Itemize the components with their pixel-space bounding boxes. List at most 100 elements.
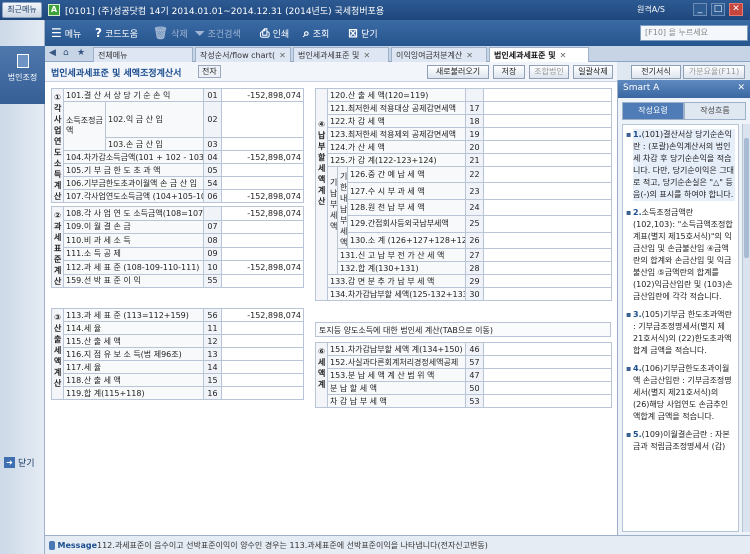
minimize-button[interactable]: _ <box>693 3 707 16</box>
scroll-thumb[interactable] <box>744 138 749 258</box>
rail-close-button[interactable]: ➜ 닫기 <box>4 456 35 469</box>
row-value[interactable] <box>221 373 304 387</box>
row-label: 120.산 출 세 액(120=119) <box>326 88 467 102</box>
row-code: 22 <box>465 165 485 184</box>
row-value[interactable] <box>221 347 304 361</box>
row-value[interactable] <box>483 140 613 154</box>
tab-all-menu[interactable]: 전체메뉴 <box>93 47 193 62</box>
home-icon[interactable]: ⌂ <box>63 48 69 58</box>
row-label: 112.과 세 표 준 (108-109-110-111) <box>63 260 204 275</box>
row-code: 23 <box>465 182 485 200</box>
row-value[interactable] <box>483 114 613 128</box>
tab-flowchart[interactable]: 작성순서/flow chart(✕ <box>195 47 291 62</box>
row-code <box>203 206 222 221</box>
guide-scrollbar[interactable] <box>742 124 750 532</box>
row-value[interactable] <box>483 101 613 115</box>
row-value[interactable] <box>221 273 304 288</box>
row-code: 08 <box>203 233 222 248</box>
tab-writing-guide[interactable]: 작성요령 <box>622 102 684 120</box>
smart-a-close-icon[interactable]: ✕ <box>737 83 745 93</box>
maximize-button[interactable]: □ <box>711 3 725 16</box>
land-transfer-link[interactable]: 토지등 양도소득에 대한 법인세 계산(TAB으로 이동) <box>315 322 611 337</box>
tab-writing-flow[interactable]: 작성흐름 <box>684 102 746 120</box>
row-value[interactable] <box>483 368 612 382</box>
row-value[interactable] <box>221 137 304 151</box>
close-window-button[interactable]: ✕ <box>729 3 743 16</box>
row-value[interactable] <box>483 261 613 275</box>
back-icon[interactable]: ◀ <box>49 48 56 58</box>
row-value[interactable] <box>221 334 304 348</box>
row-value[interactable] <box>483 182 613 200</box>
row-value[interactable] <box>483 231 613 250</box>
tab-label: 법인세과세표준 및 <box>494 51 556 60</box>
row-value[interactable] <box>483 215 613 233</box>
row-value[interactable] <box>483 342 612 356</box>
delete-button[interactable]: 🗑 삭제 <box>153 25 188 41</box>
row-value[interactable]: -152,898,074 <box>221 206 304 221</box>
menu-search-input[interactable]: [F10] 을 누르세요 <box>640 25 748 41</box>
reload-button[interactable]: 새로불러오기 <box>427 65 489 79</box>
row-value[interactable] <box>221 360 304 374</box>
row-value[interactable] <box>483 355 612 369</box>
row-code: 19 <box>465 127 485 141</box>
row-value[interactable] <box>221 101 304 138</box>
row-value[interactable] <box>221 219 304 234</box>
row-value[interactable]: -152,898,074 <box>221 150 304 164</box>
row-label: 차 감 납 부 세 액 <box>327 394 466 408</box>
row-value[interactable] <box>483 274 613 288</box>
row-code: 07 <box>203 219 222 234</box>
row-value[interactable]: -152,898,074 <box>221 88 304 102</box>
query-button[interactable]: ⌕ 조회 <box>303 25 329 41</box>
row-value[interactable] <box>221 176 304 190</box>
row-value[interactable] <box>483 88 613 102</box>
condition-search-button[interactable]: ⏷ 조건검색 <box>195 25 241 41</box>
tab-retained-earnings[interactable]: 이익잉여금처분계산 ✕ <box>391 47 487 62</box>
message-tag: Message <box>45 540 97 550</box>
row-value[interactable] <box>221 321 304 335</box>
tab-close-icon[interactable]: ✕ <box>560 51 567 60</box>
row-value[interactable] <box>221 246 304 261</box>
row-value[interactable] <box>483 198 613 217</box>
row-label: 105.기 부 금 한 도 초 과 액 <box>63 163 204 177</box>
row-value[interactable] <box>221 233 304 248</box>
print-button[interactable]: ⎙ 인쇄 <box>260 25 289 41</box>
row-value[interactable] <box>483 381 612 395</box>
row-label: 151.차가감납부할 세액 계(134+150) <box>327 342 466 356</box>
row-value[interactable] <box>483 165 613 184</box>
row-code: 30 <box>465 287 485 301</box>
tab-tax-base-active[interactable]: 법인세과세표준 및 ✕ <box>489 47 589 62</box>
tab-close-icon[interactable]: ✕ <box>466 51 473 60</box>
row-value[interactable] <box>483 248 613 262</box>
row-value[interactable] <box>221 163 304 177</box>
recent-menu-button[interactable]: 최근메뉴 <box>2 2 42 18</box>
prior-format-button[interactable]: 전기서식 <box>631 65 681 79</box>
row-value[interactable]: -152,898,074 <box>221 308 304 322</box>
row-value[interactable] <box>483 153 613 167</box>
menu-button[interactable]: ☰ 메뉴 <box>51 25 81 41</box>
remote-support-link[interactable]: 원격A/S <box>637 4 665 15</box>
tab-tax-base-1[interactable]: 법인세과세표준 및 ✕ <box>293 47 389 62</box>
guide-text: (109)이월결손금란 : 자본금과 적립금조정명세서 (갑) <box>633 430 730 451</box>
corp-adjust-menu[interactable]: 법인조정 <box>0 46 45 104</box>
row-value[interactable] <box>483 127 613 141</box>
favorite-icon[interactable]: ★ <box>77 48 85 58</box>
tab-close-icon[interactable]: ✕ <box>279 51 286 60</box>
surcharge-rate-button[interactable]: 가분요율(F11) <box>683 65 745 79</box>
tab-close-icon[interactable]: ✕ <box>363 51 370 60</box>
filter-icon: ⏷ <box>195 25 205 40</box>
close-button[interactable]: ⊠ 닫기 <box>348 25 378 41</box>
row-code: 04 <box>203 150 222 164</box>
row-label: 110.비 과 세 소 득 <box>63 233 204 248</box>
guide-num: 2. <box>633 208 642 217</box>
row-value[interactable] <box>221 386 304 400</box>
row-value[interactable]: -152,898,074 <box>221 189 304 203</box>
row-value[interactable] <box>483 287 613 301</box>
guide-num: 5. <box>633 430 642 439</box>
close-label: 닫기 <box>361 29 378 40</box>
row-code: 11 <box>203 321 222 335</box>
save-button[interactable]: 저장 <box>493 65 525 79</box>
code-help-button[interactable]: ? 코드도움 <box>95 25 138 41</box>
cooperative-button[interactable]: 조합법인 <box>529 65 569 79</box>
row-value[interactable] <box>483 394 612 408</box>
row-value[interactable]: -152,898,074 <box>221 260 304 275</box>
